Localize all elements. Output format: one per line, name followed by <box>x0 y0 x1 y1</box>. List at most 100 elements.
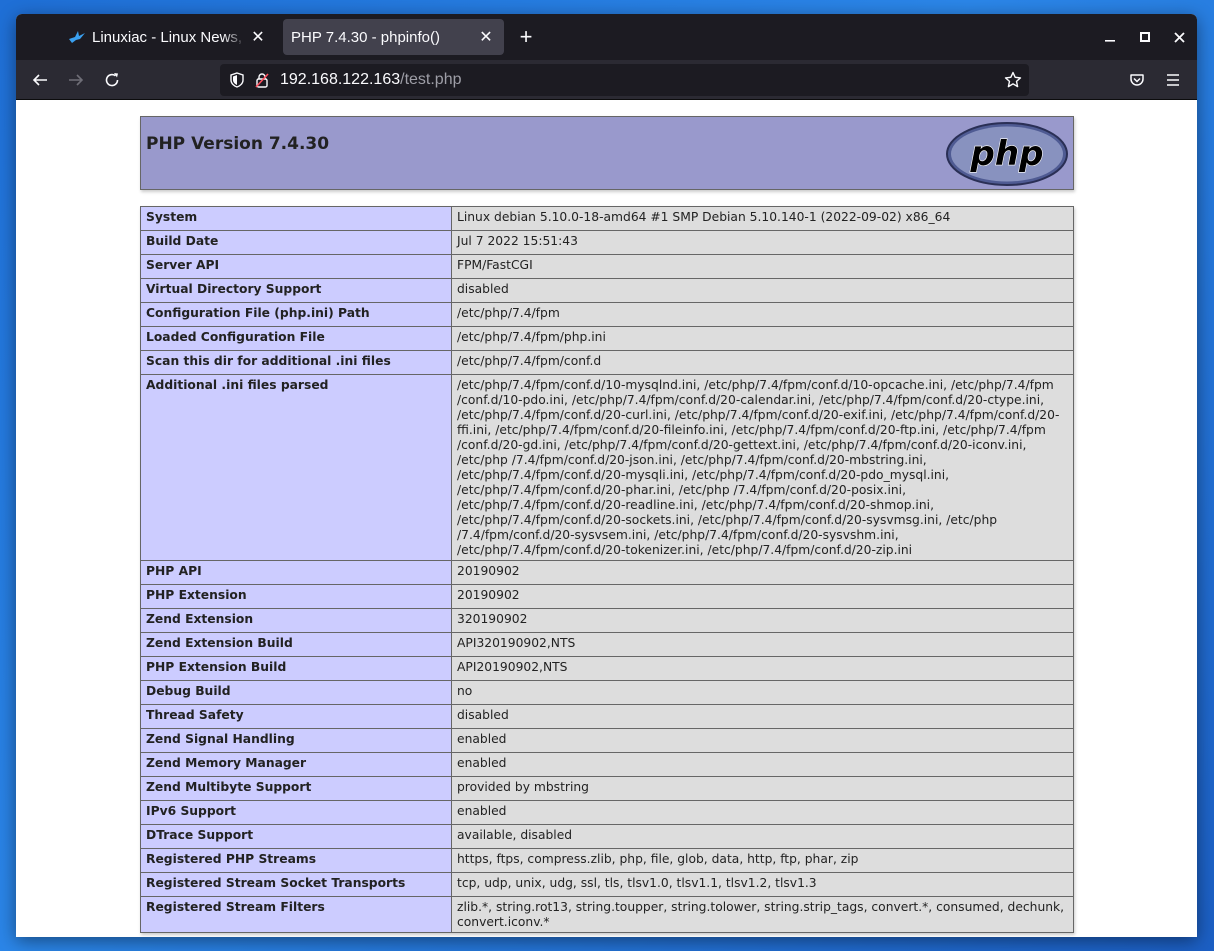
row-key: Configuration File (php.ini) Path <box>140 302 452 327</box>
tab-phpinfo[interactable]: PHP 7.4.30 - phpinfo() ✕ <box>283 19 504 55</box>
hamburger-menu-icon[interactable] <box>1159 66 1187 94</box>
arrow-right-icon[interactable] <box>62 66 90 94</box>
row-value: no <box>451 680 1074 705</box>
row-key: IPv6 Support <box>140 800 452 825</box>
table-row: Scan this dir for additional .ini files /… <box>140 350 1074 375</box>
url-text[interactable]: 192.168.122.163/test.php <box>280 71 462 89</box>
table-row: Thread Safety disabled <box>140 704 1074 729</box>
svg-text:php: php <box>970 134 1044 174</box>
table-row: DTrace Support available, disabled <box>140 824 1074 849</box>
table-row: Loaded Configuration File/etc/php/7.4/fp… <box>140 326 1074 351</box>
nav-bar: 192.168.122.163/test.php <box>16 60 1197 100</box>
row-key: Scan this dir for additional .ini files <box>140 350 452 375</box>
table-row: Registered PHP Streams https, ftps, compr… <box>140 848 1074 873</box>
reload-icon[interactable] <box>98 66 126 94</box>
table-row: Additional .ini files parsed/etc/php/7.4… <box>140 374 1074 561</box>
row-key: Build Date <box>140 230 452 255</box>
row-key: System <box>140 206 452 231</box>
table-row: PHP Extension 20190902 <box>140 584 1074 609</box>
tab-title: PHP 7.4.30 - phpinfo() <box>291 28 440 46</box>
row-key: Zend Extension <box>140 608 452 633</box>
php-header: PHP Version 7.4.30 php <box>140 116 1074 190</box>
row-value: disabled <box>451 278 1074 303</box>
row-key: PHP API <box>140 560 452 585</box>
maximize-icon[interactable] <box>1133 26 1157 48</box>
row-key: Debug Build <box>140 680 452 705</box>
table-row: Debug Build no <box>140 680 1074 705</box>
row-value: Linux debian 5.10.0-18-amd64 #1 SMP Debi… <box>451 206 1074 231</box>
tab-title: Linuxiac - Linux News, <box>92 28 243 46</box>
row-value: 20190902 <box>451 560 1074 585</box>
row-key: DTrace Support <box>140 824 452 849</box>
row-value: https, ftps, compress.zlib, php, file, g… <box>451 848 1074 873</box>
row-key: Zend Multibyte Support <box>140 776 452 801</box>
table-row: Zend Signal Handling enabled <box>140 728 1074 753</box>
row-value: /etc/php/7.4/fpm <box>451 302 1074 327</box>
window-close-icon[interactable] <box>1167 26 1191 48</box>
row-value: /etc/php/7.4/fpm/conf.d/10-mysqlnd.ini, … <box>451 374 1074 561</box>
table-row: Zend Multibyte Support provided by mbstri… <box>140 776 1074 801</box>
table-row: Registered Stream Socket Transports tcp, … <box>140 872 1074 897</box>
table-row: PHP API 20190902 <box>140 560 1074 585</box>
linuxiac-bird-icon <box>66 29 88 45</box>
row-value: available, disabled <box>451 824 1074 849</box>
close-icon[interactable]: ✕ <box>246 25 270 49</box>
row-key: Loaded Configuration File <box>140 326 452 351</box>
close-icon[interactable]: ✕ <box>474 25 498 49</box>
star-icon[interactable] <box>1003 70 1023 90</box>
shield-icon[interactable] <box>228 71 246 89</box>
row-value: provided by mbstring <box>451 776 1074 801</box>
page-title: PHP Version 7.4.30 <box>146 134 330 154</box>
row-key: Zend Memory Manager <box>140 752 452 777</box>
row-key: Registered Stream Socket Transports <box>140 872 452 897</box>
row-value: Jul 7 2022 15:51:43 <box>451 230 1074 255</box>
tab-bar: Linuxiac - Linux News, ✕ PHP 7.4.30 - ph… <box>16 14 1197 60</box>
row-value: API20190902,NTS <box>451 656 1074 681</box>
row-value: /etc/php/7.4/fpm/conf.d <box>451 350 1074 375</box>
plus-icon[interactable]: + <box>514 24 538 50</box>
table-row: Zend Extension 320190902 <box>140 608 1074 633</box>
row-key: Server API <box>140 254 452 279</box>
row-value: enabled <box>451 800 1074 825</box>
row-key: Virtual Directory Support <box>140 278 452 303</box>
table-row: Build Date Jul 7 2022 15:51:43 <box>140 230 1074 255</box>
row-value: 320190902 <box>451 608 1074 633</box>
url-host: 192.168.122.163 <box>280 71 401 88</box>
table-row: Virtual Directory Support disabled <box>140 278 1074 303</box>
browser-window: Linuxiac - Linux News, ✕ PHP 7.4.30 - ph… <box>16 14 1197 937</box>
row-value: enabled <box>451 752 1074 777</box>
row-value: API320190902,NTS <box>451 632 1074 657</box>
lock-slash-icon[interactable] <box>254 71 270 89</box>
table-row: Configuration File (php.ini) Path/etc/ph… <box>140 302 1074 327</box>
table-row: Server API FPM/FastCGI <box>140 254 1074 279</box>
table-row: Registered Stream Filters zlib.*, string.… <box>140 896 1074 933</box>
url-path: /test.php <box>400 71 462 88</box>
row-key: Zend Signal Handling <box>140 728 452 753</box>
info-table: System Linux debian 5.10.0-18-amd64 #1 SM… <box>140 206 1074 933</box>
php-logo: php <box>946 122 1068 186</box>
table-row: System Linux debian 5.10.0-18-amd64 #1 SM… <box>140 206 1074 231</box>
row-value: FPM/FastCGI <box>451 254 1074 279</box>
row-key: Registered Stream Filters <box>140 896 452 933</box>
table-row: Zend Extension Build API320190902,NTS <box>140 632 1074 657</box>
row-key: Thread Safety <box>140 704 452 729</box>
row-value: /etc/php/7.4/fpm/php.ini <box>451 326 1074 351</box>
row-key: Zend Extension Build <box>140 632 452 657</box>
pocket-icon[interactable] <box>1123 66 1151 94</box>
row-key: PHP Extension Build <box>140 656 452 681</box>
page-content: PHP Version 7.4.30 php System Linux debia… <box>16 100 1197 937</box>
arrow-left-icon[interactable] <box>26 66 54 94</box>
row-value: zlib.*, string.rot13, string.toupper, st… <box>451 896 1074 933</box>
row-value: 20190902 <box>451 584 1074 609</box>
tab-linuxiac[interactable]: Linuxiac - Linux News, ✕ <box>62 19 276 55</box>
row-key: Registered PHP Streams <box>140 848 452 873</box>
row-value: disabled <box>451 704 1074 729</box>
minimize-icon[interactable] <box>1098 26 1122 48</box>
table-row: IPv6 Support enabled <box>140 800 1074 825</box>
row-key: Additional .ini files parsed <box>140 374 452 561</box>
row-value: enabled <box>451 728 1074 753</box>
url-bar[interactable]: 192.168.122.163/test.php <box>220 64 1029 96</box>
row-value: tcp, udp, unix, udg, ssl, tls, tlsv1.0, … <box>451 872 1074 897</box>
table-row: Zend Memory Manager enabled <box>140 752 1074 777</box>
row-key: PHP Extension <box>140 584 452 609</box>
